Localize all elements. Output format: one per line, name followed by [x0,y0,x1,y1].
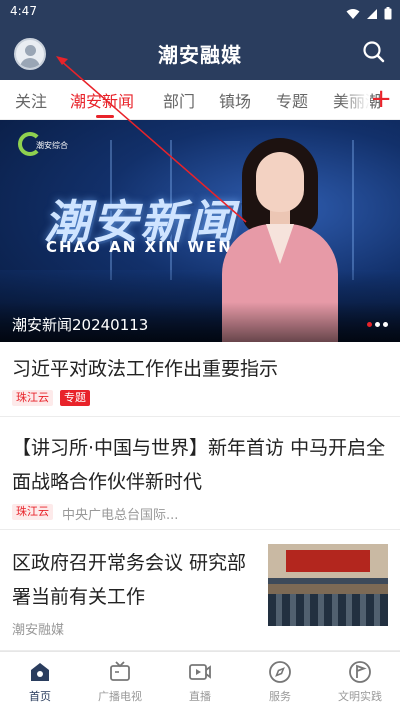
live-video-icon [188,660,212,684]
source-tag: 珠江云 [12,390,53,406]
banner-carousel[interactable]: 潮安综合 潮安新闻 CHAO AN XIN WEN 潮安新闻20240113 [0,120,400,342]
compass-icon [268,660,292,684]
list-item[interactable]: 【讲习所·中国与世界】新年首访 中马开启全 面战略合作伙伴新时代 珠江云 中央广… [0,417,400,530]
article-title: 习近平对政法工作作出重要指示 [12,358,279,380]
channel-tabs: 关注 潮安新闻 部门 镇场 专题 美丽潮 + [0,80,400,120]
nav-label: 广播电视 [98,690,142,703]
home-icon [28,660,52,684]
carousel-dots [367,322,388,327]
publisher-name: 中央广电总台国际... [62,508,179,523]
signal-icon [366,5,378,24]
list-item[interactable]: 区政府召开常务会议 研究部 署当前有关工作 潮安融媒 [0,530,400,651]
article-thumbnail [268,544,388,626]
status-icons [346,5,392,24]
plus-icon[interactable]: + [370,84,392,114]
carousel-dot[interactable] [383,322,388,327]
tab-chaoan-news[interactable]: 潮安新闻 [70,88,134,112]
status-bar: 4:47 [0,0,400,24]
source-tag: 珠江云 [12,504,53,520]
nav-home[interactable]: 首页 [0,660,80,704]
banner-caption-bar: 潮安新闻20240113 [0,302,400,342]
tv-icon [108,660,132,684]
channel-logo-text: 潮安综合 [36,141,68,150]
nav-civilization[interactable]: 文明实践 [320,660,400,704]
app-title: 潮安融媒 [158,43,242,67]
article-title-line1: 【讲习所·中国与世界】新年首访 中马开启全 [12,437,386,459]
show-pinyin: CHAO AN XIN WEN [46,238,233,256]
nav-tv[interactable]: 广播电视 [80,660,160,704]
nav-label: 文明实践 [338,690,382,703]
channel-logo: 潮安综合 [18,130,78,160]
carousel-dot[interactable] [367,322,372,327]
nav-label: 直播 [189,690,211,703]
active-tab-indicator [96,115,114,118]
nav-label: 首页 [29,690,51,703]
article-title-line2: 面战略合作伙伴新时代 [12,471,203,493]
nav-services[interactable]: 服务 [240,660,320,704]
thumb-attendees [268,594,388,626]
thumb-table [268,584,388,594]
tabs-fade [340,80,370,119]
battery-icon [384,5,392,24]
tab-follow[interactable]: 关注 [15,88,47,112]
tab-departments[interactable]: 部门 [163,88,195,112]
decor-beam [352,140,354,280]
publisher-name: 潮安融媒 [12,623,65,638]
article-title-line1: 区政府召开常务会议 研究部 [12,552,247,574]
app-header: 潮安融媒 [0,24,400,80]
wifi-icon [346,5,360,24]
banner-caption: 潮安新闻20240113 [12,316,149,334]
tab-topics[interactable]: 专题 [276,88,308,112]
list-item[interactable]: 习近平对政法工作作出重要指示 珠江云 专题 [0,342,400,417]
tab-towns[interactable]: 镇场 [219,88,251,112]
bottom-nav: 首页 广播电视 直播 服务 文明实践 [0,651,400,711]
carousel-dot[interactable] [375,322,380,327]
thumb-banner [286,550,370,572]
topic-tag: 专题 [60,390,90,406]
status-time: 4:47 [10,4,37,18]
anchor-face [256,152,304,212]
search-icon[interactable] [362,40,386,64]
nav-label: 服务 [269,690,291,703]
flag-badge-icon [348,660,372,684]
nav-live[interactable]: 直播 [160,660,240,704]
article-title-line2: 署当前有关工作 [12,586,146,608]
